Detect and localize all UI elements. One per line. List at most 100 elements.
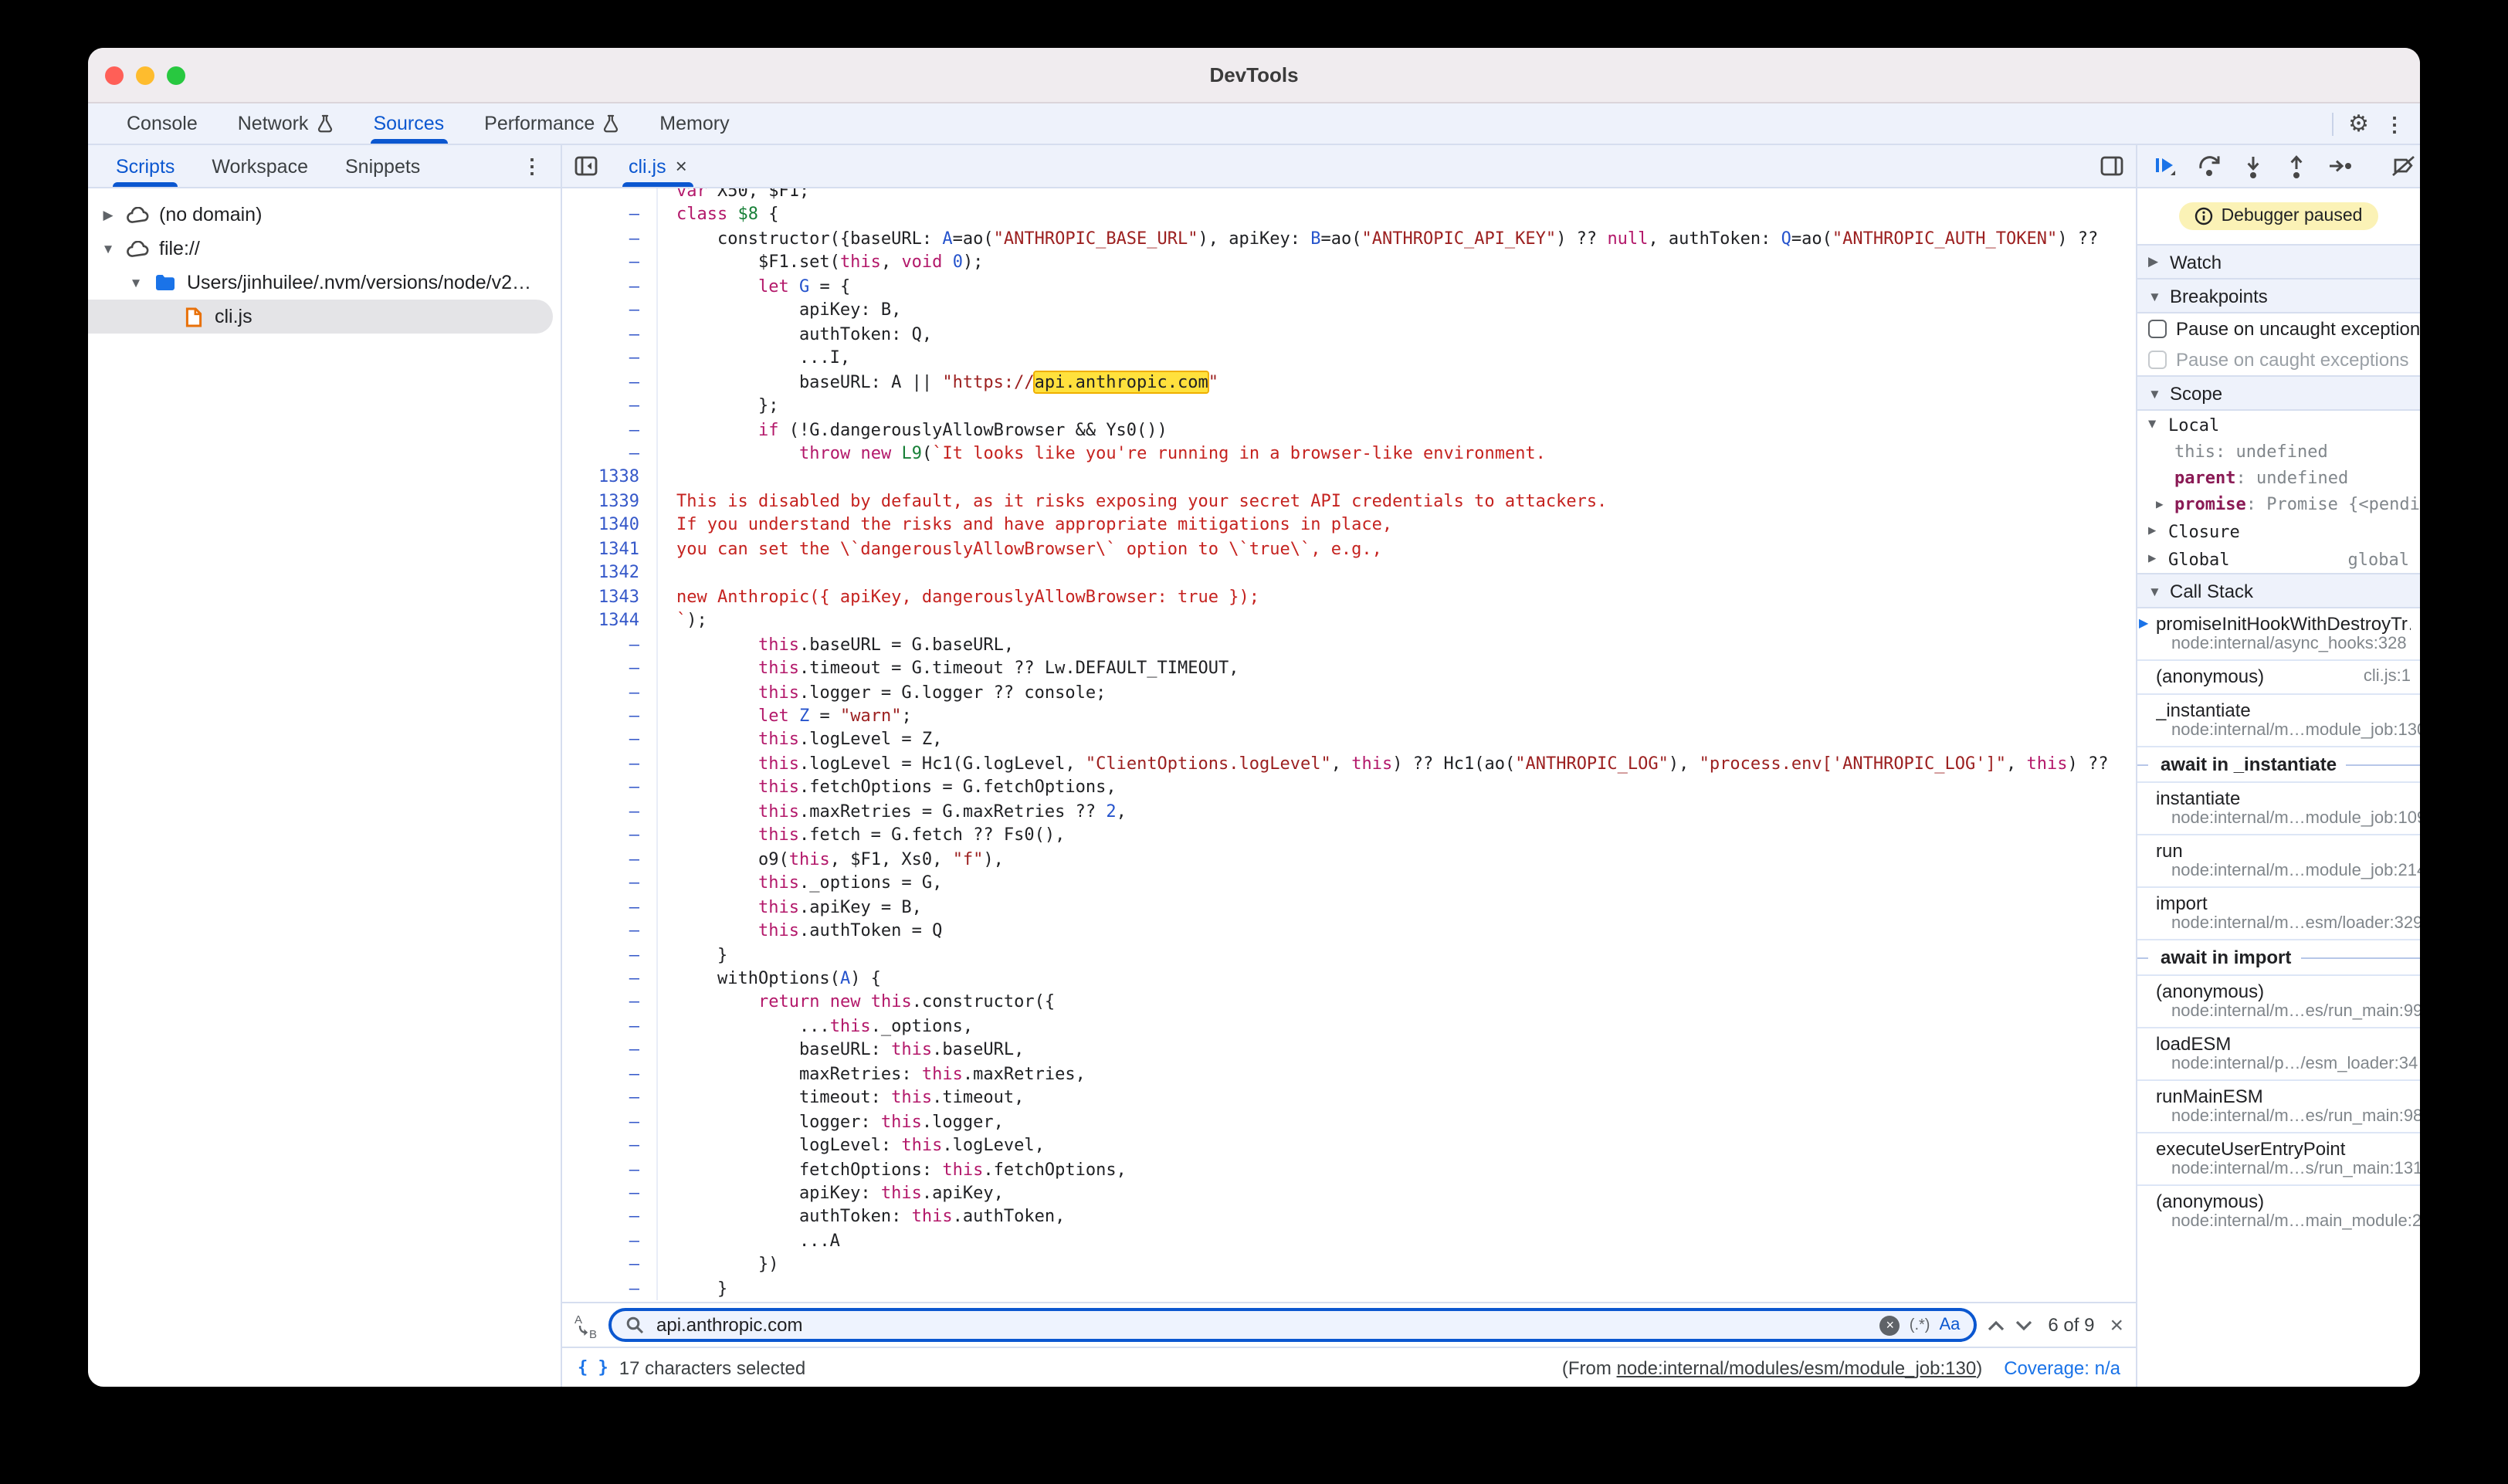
checkbox[interactable] [2148,351,2167,369]
code-line[interactable]: – fetchOptions: this.fetchOptions, [562,1157,2136,1181]
line-gutter[interactable]: – [562,1133,658,1157]
line-gutter[interactable]: – [562,322,658,346]
sidebar-tab-workspace[interactable]: Workspace [193,145,327,187]
line-gutter[interactable]: – [562,1086,658,1110]
line-gutter[interactable]: – [562,394,658,418]
line-gutter[interactable]: – [562,1253,658,1277]
code-line[interactable]: – logLevel: this.logLevel, [562,1133,2136,1157]
call-stack-frame[interactable]: promiseInitHookWithDestroyTr…node:intern… [2137,608,2420,659]
code-line[interactable]: – ...A [562,1229,2136,1253]
code-line[interactable]: 1340If you understand the risks and have… [562,513,2136,537]
resume-button[interactable] [2153,154,2179,178]
call-stack-frame[interactable]: _instantiatenode:internal/m…module_job:1… [2137,693,2420,746]
line-gutter[interactable]: – [562,251,658,275]
search-input[interactable] [653,1313,1871,1337]
code-line[interactable]: – }) [562,1253,2136,1277]
maximize-window-button[interactable] [167,66,185,84]
tree-item-cli-js[interactable]: cli.js [88,300,553,334]
code-line[interactable]: – }; [562,394,2136,418]
code-line[interactable]: – $F1.set(this, void 0); [562,251,2136,275]
chevron-right-icon[interactable]: ▶ [100,206,116,223]
call-stack-frame[interactable]: runnode:internal/m…module_job:214 [2137,834,2420,886]
line-gutter[interactable]: – [562,442,658,466]
tab-memory[interactable]: Memory [639,103,749,144]
code-line[interactable]: – } [562,1277,2136,1301]
code-line[interactable]: – maxRetries: this.maxRetries, [562,1062,2136,1086]
code-line[interactable]: 1341you can set the \`dangerouslyAllowBr… [562,537,2136,561]
tab-performance[interactable]: Performance [464,103,639,144]
code-line[interactable]: – this._options = G, [562,871,2136,895]
code-line[interactable]: 1338 [562,466,2136,490]
call-stack-frame[interactable]: importnode:internal/m…esm/loader:329 [2137,886,2420,939]
code-line[interactable]: – this.timeout = G.timeout ?? Lw.DEFAULT… [562,656,2136,680]
step-button[interactable] [2327,154,2354,178]
call-stack-frame[interactable]: loadESMnode:internal/p…/esm_loader:34 [2137,1027,2420,1079]
code-line[interactable]: – this.maxRetries = G.maxRetries ?? 2, [562,800,2136,824]
close-tab-icon[interactable]: × [676,154,687,178]
previous-match-button[interactable] [1988,1320,2005,1330]
code-line[interactable]: –class $8 { [562,203,2136,227]
line-gutter[interactable]: – [562,847,658,871]
regex-toggle-icon[interactable]: (.*) [1910,1316,1930,1333]
tree-item-users-jinhuilee-nvm-versions-node-v2-[interactable]: ▼Users/jinhuilee/.nvm/versions/node/v2… [88,266,561,300]
tree-item-file-[interactable]: ▼file:// [88,232,561,266]
line-gutter[interactable]: – [562,299,658,323]
code-line[interactable]: – constructor({baseURL: A=ao("ANTHROPIC_… [562,227,2136,251]
deactivate-breakpoints-button[interactable] [2391,154,2417,178]
scope-group-local[interactable]: ▼Local [2137,411,2420,439]
tab-console[interactable]: Console [107,103,218,144]
line-gutter[interactable]: – [562,346,658,370]
line-gutter[interactable]: – [562,370,658,394]
code-line[interactable]: – baseURL: this.baseURL, [562,1038,2136,1062]
code-line[interactable]: – let Z = "warn"; [562,704,2136,728]
code-line[interactable]: – authToken: this.authToken, [562,1205,2136,1229]
code-line[interactable]: – authToken: Q, [562,322,2136,346]
line-gutter[interactable]: – [562,704,658,728]
call-stack-section-header[interactable]: ▼ Call Stack [2137,573,2420,608]
code-line[interactable]: – if (!G.dangerouslyAllowBrowser && Ys0(… [562,418,2136,442]
line-gutter[interactable]: – [562,1157,658,1181]
line-gutter[interactable]: 1342 [562,561,658,585]
scope-group-closure[interactable]: ▶Closure [2137,517,2420,545]
breakpoint-option[interactable]: Pause on uncaught exceptions [2137,313,2420,344]
line-gutter[interactable]: – [562,418,658,442]
editor-tab-clijs[interactable]: cli.js × [613,145,703,187]
close-find-bar-icon[interactable]: × [2110,1313,2123,1337]
tree-item--no-domain-[interactable]: ▶(no domain) [88,198,561,232]
code-line[interactable]: 1342 [562,561,2136,585]
line-gutter[interactable]: 1340 [562,513,658,537]
line-gutter[interactable]: 1339 [562,490,658,513]
line-gutter[interactable]: – [562,800,658,824]
breakpoint-option[interactable]: Pause on caught exceptions [2137,344,2420,375]
line-gutter[interactable]: – [562,227,658,251]
step-over-button[interactable] [2198,154,2222,178]
code-line[interactable]: 1339This is disabled by default, as it r… [562,490,2136,513]
line-gutter[interactable]: 1338 [562,466,658,490]
breakpoints-section-header[interactable]: ▼ Breakpoints [2137,280,2420,313]
line-gutter[interactable]: 1341 [562,537,658,561]
coverage-link[interactable]: Coverage: n/a [2004,1357,2120,1378]
checkbox[interactable] [2148,320,2167,338]
code-line[interactable]: var X50, $F1; [562,188,2136,203]
line-gutter[interactable]: – [562,943,658,967]
line-gutter[interactable]: – [562,275,658,299]
scope-group-global[interactable]: ▶Globalglobal [2137,545,2420,573]
code-line[interactable]: – this.baseURL = G.baseURL, [562,632,2136,656]
line-gutter[interactable]: – [562,776,658,800]
more-options-icon[interactable]: ⋮ [2384,114,2405,134]
code-line[interactable]: – this.authToken = Q [562,919,2136,943]
code-line[interactable]: – ...this._options, [562,1015,2136,1038]
chevron-down-icon[interactable]: ▼ [128,275,144,290]
close-window-button[interactable] [105,66,124,84]
scope-variable[interactable]: this: undefined [2137,439,2420,465]
step-out-button[interactable] [2284,154,2309,178]
line-gutter[interactable]: 1343 [562,584,658,608]
line-gutter[interactable]: – [562,1038,658,1062]
replace-toggle-icon[interactable]: AB [574,1312,598,1338]
chevron-down-icon[interactable]: ▼ [100,241,116,256]
line-gutter[interactable]: – [562,680,658,704]
line-gutter[interactable]: – [562,823,658,847]
line-gutter[interactable]: – [562,728,658,752]
code-line[interactable]: – apiKey: B, [562,299,2136,323]
code-line[interactable]: – logger: this.logger, [562,1110,2136,1133]
